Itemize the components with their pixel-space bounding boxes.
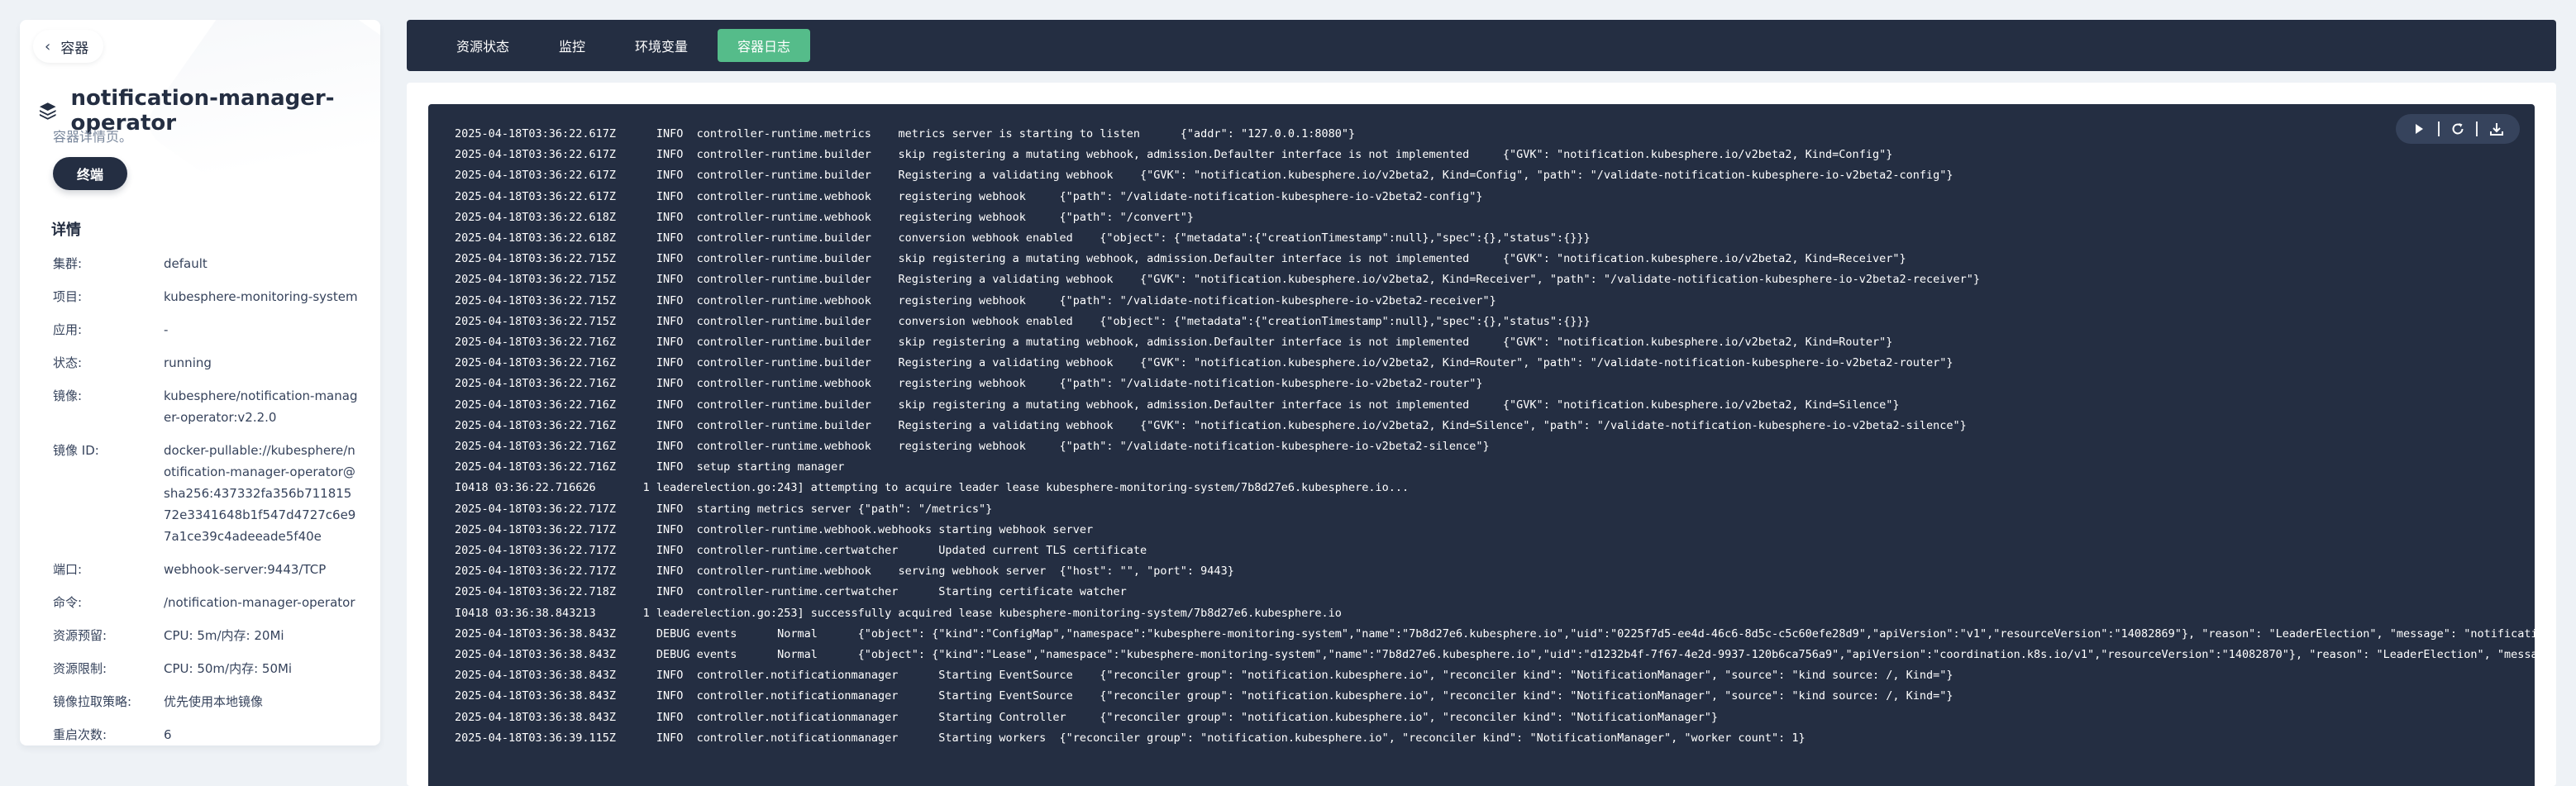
terminal-button[interactable]: 终端 (53, 157, 127, 190)
decorative-background (139, 20, 380, 253)
download-button[interactable] (2485, 117, 2508, 141)
detail-row: 端口: webhook-server:9443/TCP (53, 559, 380, 580)
log-line: 2025-04-18T03:36:22.617Z INFO controller… (455, 148, 1893, 162)
back-button-label: 容器 (60, 40, 89, 57)
detail-value: 优先使用本地镜像 (164, 694, 264, 709)
detail-row: 资源预留: CPU: 5m/内存: 20Mi (53, 625, 380, 646)
log-line: 2025-04-18T03:36:22.716Z INFO controller… (455, 377, 1483, 391)
toolbar-divider (2437, 121, 2440, 136)
detail-key: 应用: (53, 322, 83, 337)
detail-value: - (164, 322, 169, 337)
log-line: 2025-04-18T03:36:22.716Z INFO setup star… (455, 460, 845, 474)
detail-row: 命令: /notification-manager-operator (53, 592, 380, 613)
log-line: 2025-04-18T03:36:22.618Z INFO controller… (455, 231, 1591, 245)
log-line: 2025-04-18T03:36:22.716Z INFO controller… (455, 398, 1900, 412)
page-subtitle: 容器详情页。 (53, 129, 133, 145)
log-line: 2025-04-18T03:36:38.843Z DEBUG events No… (455, 626, 2535, 641)
tab-3[interactable]: 容器日志 (718, 29, 811, 62)
detail-value: CPU: 5m/内存: 20Mi (164, 628, 284, 643)
detail-row: 集群: default (53, 253, 380, 274)
detail-key: 镜像: (53, 388, 83, 403)
play-button[interactable] (2407, 117, 2431, 141)
log-line: 2025-04-18T03:36:38.843Z INFO controller… (455, 710, 1719, 724)
log-line: I0418 03:36:38.843213 1 leaderelection.g… (455, 606, 1342, 620)
detail-value: CPU: 50m/内存: 50Mi (164, 661, 293, 676)
log-line: 2025-04-18T03:36:22.717Z INFO controller… (455, 564, 1234, 579)
detail-row: 镜像: kubesphere/notification-manager-opera… (53, 385, 380, 428)
log-line: 2025-04-18T03:36:22.715Z INFO controller… (455, 314, 1591, 328)
log-line: 2025-04-18T03:36:22.715Z INFO controller… (455, 293, 1496, 307)
log-line: 2025-04-18T03:36:22.617Z INFO controller… (455, 127, 1356, 141)
log-line: 2025-04-18T03:36:22.617Z INFO controller… (455, 169, 1953, 183)
detail-row: 项目: kubesphere-monitoring-system (53, 286, 380, 307)
toolbar-divider (2476, 121, 2478, 136)
detail-value: kubesphere/notification-manager-operator… (164, 388, 358, 425)
log-line: 2025-04-18T03:36:22.716Z INFO controller… (455, 336, 1893, 350)
detail-value: 6 (164, 727, 172, 742)
log-line: 2025-04-18T03:36:22.617Z INFO controller… (455, 189, 1483, 203)
back-to-containers-button[interactable]: ‹ 容器 (33, 30, 104, 63)
detail-row: 重启次数: 6 (53, 724, 380, 746)
log-line: 2025-04-18T03:36:22.717Z INFO controller… (455, 544, 1147, 558)
tabs-bar: 资源状态 监控 环境变量 容器日志 (407, 20, 2556, 71)
detail-row: 镜像 ID: docker-pullable://kubesphere/notif… (53, 440, 380, 547)
detail-row: 状态: running (53, 352, 380, 374)
detail-row: 资源限制: CPU: 50m/内存: 50Mi (53, 658, 380, 679)
tab-1[interactable]: 监控 (539, 29, 605, 62)
log-line: 2025-04-18T03:36:22.715Z INFO controller… (455, 273, 1980, 287)
detail-value: kubesphere-monitoring-system (164, 289, 358, 304)
log-line: 2025-04-18T03:36:22.718Z INFO controller… (455, 585, 1127, 599)
log-line: 2025-04-18T03:36:22.716Z INFO controller… (455, 440, 1490, 454)
detail-key: 命令: (53, 595, 83, 610)
detail-key: 状态: (53, 355, 83, 370)
detail-key: 项目: (53, 289, 83, 304)
play-icon (2416, 124, 2424, 134)
log-lines: 2025-04-18T03:36:22.617Z INFO controller… (455, 124, 2535, 749)
log-line: 2025-04-18T03:36:22.618Z INFO controller… (455, 210, 1195, 224)
details-list: 集群: default 项目: kubesphere-monitoring-syste… (53, 253, 380, 746)
tab-0[interactable]: 资源状态 (436, 29, 529, 62)
refresh-icon (2452, 123, 2464, 135)
log-toolbar (2396, 114, 2520, 144)
log-line: 2025-04-18T03:36:22.717Z INFO controller… (455, 522, 1094, 536)
container-detail-panel: ‹ 容器 notification-manager-operator 容器详情页… (20, 20, 380, 746)
detail-row: 镜像拉取策略: 优先使用本地镜像 (53, 691, 380, 712)
log-line: I0418 03:36:22.716626 1 leaderelection.g… (455, 481, 1410, 495)
detail-value: default (164, 256, 208, 271)
log-line: 2025-04-18T03:36:22.716Z INFO controller… (455, 356, 1953, 370)
container-icon (39, 102, 56, 120)
log-line: 2025-04-18T03:36:38.843Z DEBUG events No… (455, 648, 2535, 662)
download-icon (2489, 123, 2503, 136)
detail-key: 端口: (53, 562, 83, 577)
log-line: 2025-04-18T03:36:39.115Z INFO controller… (455, 731, 1806, 745)
detail-row: 应用: - (53, 319, 380, 341)
log-viewer[interactable]: 2025-04-18T03:36:22.617Z INFO controller… (428, 104, 2535, 786)
detail-key: 镜像 ID: (53, 443, 99, 458)
refresh-button[interactable] (2446, 117, 2469, 141)
log-line: 2025-04-18T03:36:38.843Z INFO controller… (455, 669, 1953, 683)
log-line: 2025-04-18T03:36:22.715Z INFO controller… (455, 252, 1906, 266)
container-log-card: 2025-04-18T03:36:22.617Z INFO controller… (407, 83, 2556, 786)
detail-value: running (164, 355, 212, 370)
tab-2[interactable]: 环境变量 (615, 29, 708, 62)
log-line: 2025-04-18T03:36:22.716Z INFO controller… (455, 418, 1967, 432)
chevron-left-icon: ‹ (45, 37, 51, 55)
detail-key: 镜像拉取策略: (53, 694, 132, 709)
detail-value: webhook-server:9443/TCP (164, 562, 327, 577)
detail-key: 资源预留: (53, 628, 107, 643)
log-line: 2025-04-18T03:36:38.843Z INFO controller… (455, 689, 1953, 703)
detail-key: 集群: (53, 256, 83, 271)
log-line: 2025-04-18T03:36:22.717Z INFO starting m… (455, 502, 993, 516)
detail-key: 重启次数: (53, 727, 107, 742)
details-heading: 详情 (51, 222, 81, 239)
detail-value: /notification-manager-operator (164, 595, 355, 610)
detail-key: 资源限制: (53, 661, 107, 676)
detail-value: docker-pullable://kubesphere/notificatio… (164, 443, 356, 544)
